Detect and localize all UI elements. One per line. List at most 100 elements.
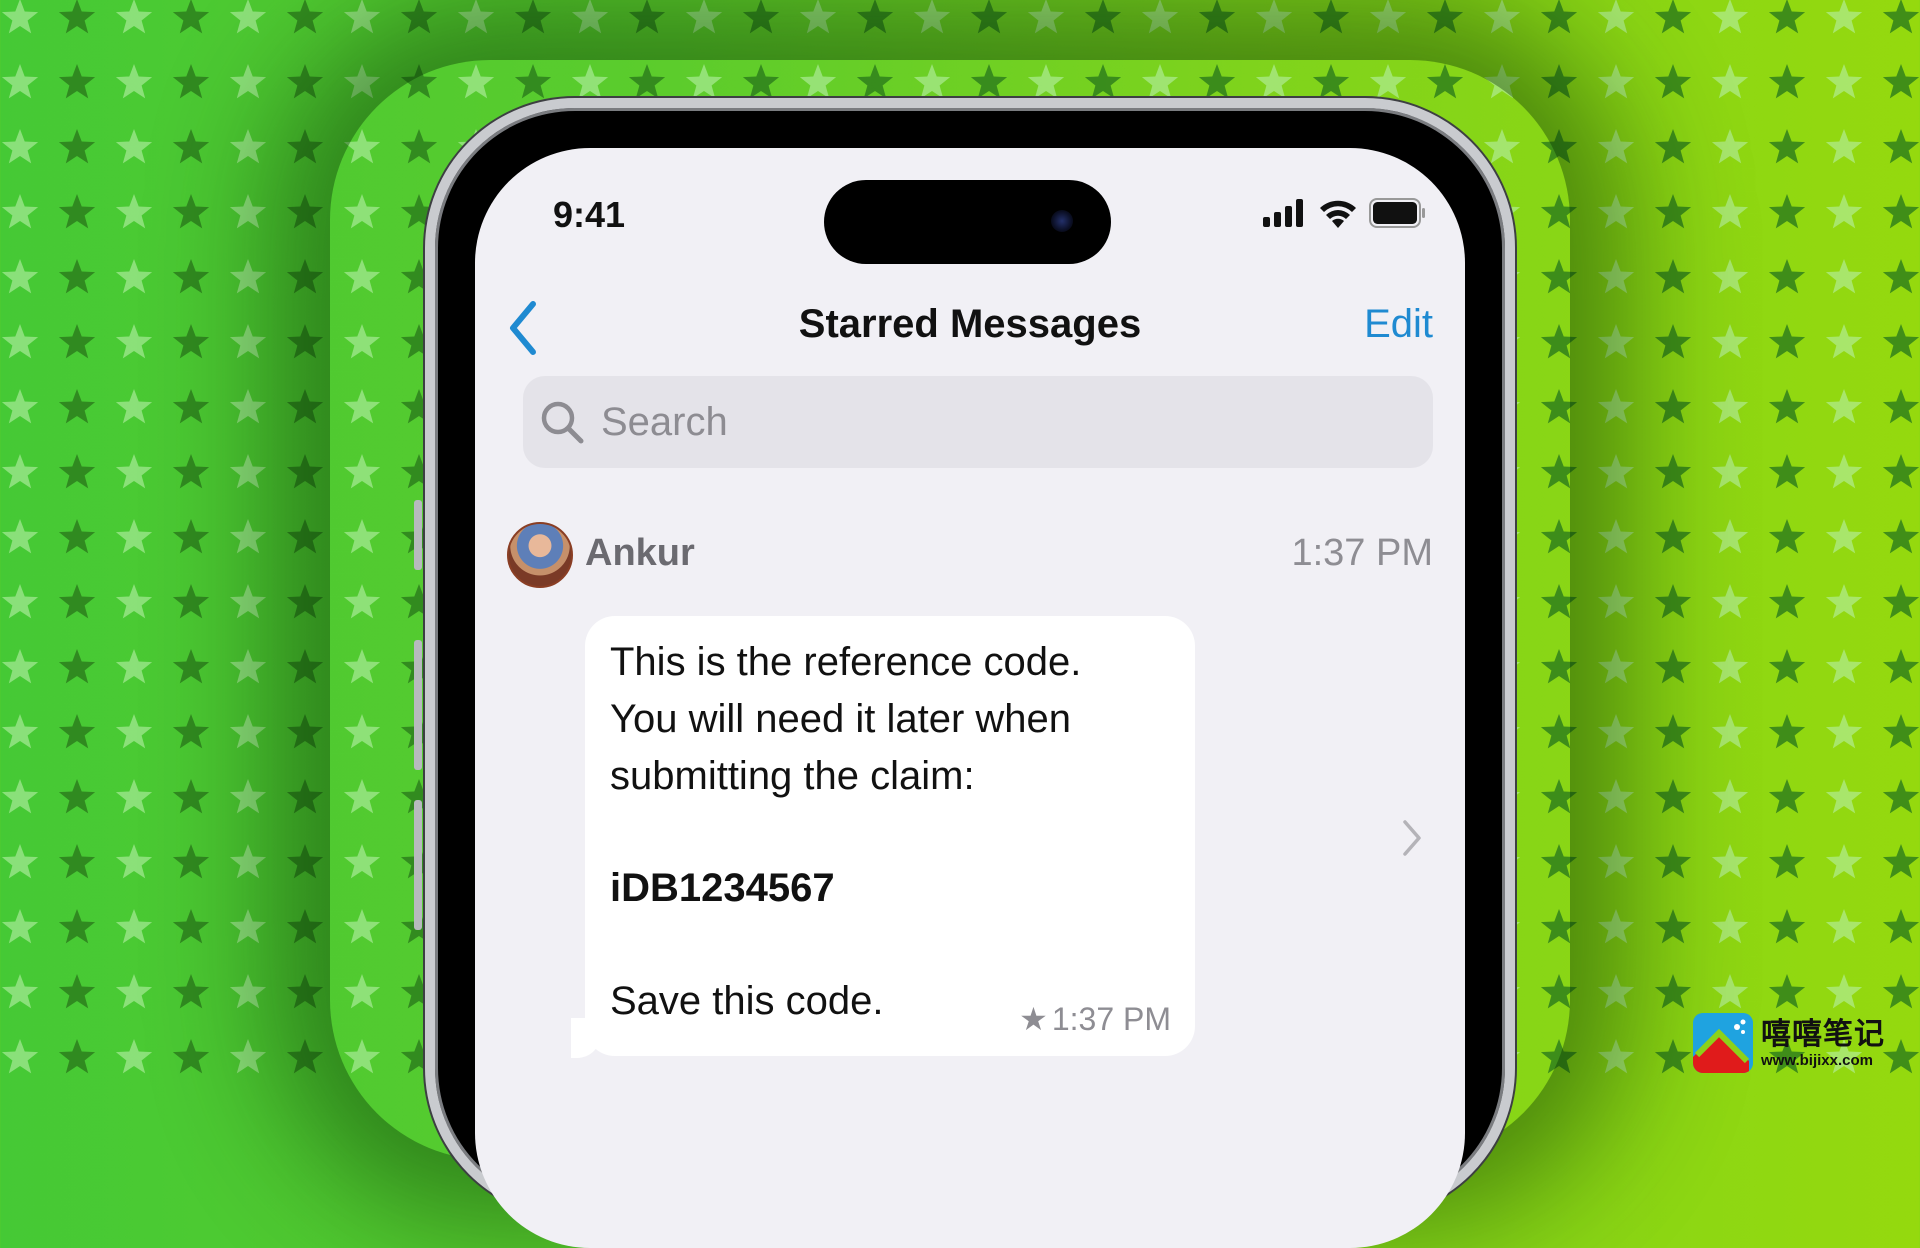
- message-closing: Save this code.: [610, 979, 884, 1023]
- background-star: [1597, 779, 1635, 814]
- background-star: [1825, 259, 1863, 294]
- background-star: [229, 584, 267, 619]
- search-input[interactable]: [599, 398, 1303, 446]
- message-header[interactable]: Ankur 1:37 PM: [475, 510, 1465, 590]
- background-star: [571, 0, 609, 34]
- avatar[interactable]: [507, 522, 573, 588]
- message-line: submitting the claim:: [610, 754, 975, 798]
- background-star: [1312, 0, 1350, 34]
- background-star: [1882, 584, 1920, 619]
- background-star: [229, 649, 267, 684]
- background-star: [742, 0, 780, 34]
- background-star: [58, 259, 96, 294]
- background-star: [343, 389, 381, 424]
- background-star: [58, 974, 96, 1009]
- background-star: [343, 649, 381, 684]
- background-star: [1369, 64, 1407, 99]
- background-star: [1768, 389, 1806, 424]
- background-star: [286, 909, 324, 944]
- background-star: [1825, 519, 1863, 554]
- background-star: [1882, 974, 1920, 1009]
- message-bubble[interactable]: This is the reference code. You will nee…: [585, 616, 1195, 1056]
- background-star: [1825, 324, 1863, 359]
- background-star: [1540, 584, 1578, 619]
- background-star: [742, 64, 780, 99]
- background-star: [1882, 324, 1920, 359]
- background-star: [1027, 0, 1065, 34]
- background-star: [1768, 844, 1806, 879]
- background-star: [115, 584, 153, 619]
- background-star: [1, 389, 39, 424]
- background-star: [1654, 844, 1692, 879]
- background-star: [1711, 259, 1749, 294]
- background-star: [1654, 0, 1692, 34]
- background-star: [799, 0, 837, 34]
- background-star: [343, 454, 381, 489]
- background-star: [1825, 194, 1863, 229]
- background-star: [1540, 714, 1578, 749]
- background-star: [1, 519, 39, 554]
- chevron-right-icon[interactable]: [1401, 818, 1423, 858]
- background-star: [1141, 0, 1179, 34]
- edit-button[interactable]: Edit: [1364, 302, 1433, 347]
- background-star: [1711, 974, 1749, 1009]
- background-star: [1711, 584, 1749, 619]
- background-star: [1597, 649, 1635, 684]
- background-star: [1654, 779, 1692, 814]
- background-star: [1711, 324, 1749, 359]
- background-star: [1, 1039, 39, 1074]
- background-star: [286, 64, 324, 99]
- background-star: [1, 974, 39, 1009]
- background-star: [58, 714, 96, 749]
- phone-frame: 9:41 Starred Messages Edit Search Ankur …: [425, 98, 1515, 1248]
- background-star: [115, 519, 153, 554]
- background-star: [229, 259, 267, 294]
- background-star: [343, 909, 381, 944]
- background-star: [286, 259, 324, 294]
- background-star: [172, 259, 210, 294]
- background-star: [58, 0, 96, 34]
- background-star: [343, 259, 381, 294]
- background-star: [1711, 389, 1749, 424]
- background-star: [115, 259, 153, 294]
- background-star: [229, 519, 267, 554]
- background-star: [229, 844, 267, 879]
- background-star: [286, 0, 324, 34]
- background-star: [1711, 519, 1749, 554]
- background-star: [229, 64, 267, 99]
- search-bar[interactable]: [523, 376, 1433, 468]
- background-star: [172, 194, 210, 229]
- background-star: [1825, 649, 1863, 684]
- background-star: [685, 64, 723, 99]
- background-star: [58, 324, 96, 359]
- star-icon: ★: [1019, 1001, 1048, 1037]
- background-star: [1825, 454, 1863, 489]
- background-star: [229, 974, 267, 1009]
- background-star: [1540, 519, 1578, 554]
- background-star: [1768, 779, 1806, 814]
- background-star: [115, 1039, 153, 1074]
- background-star: [229, 0, 267, 34]
- search-icon: [541, 401, 584, 444]
- background-star: [286, 844, 324, 879]
- background-star: [1597, 909, 1635, 944]
- background-star: [1540, 194, 1578, 229]
- background-star: [1768, 0, 1806, 34]
- background-star: [1540, 324, 1578, 359]
- background-star: [286, 714, 324, 749]
- background-star: [286, 454, 324, 489]
- background-star: [1597, 259, 1635, 294]
- background-star: [343, 324, 381, 359]
- background-star: [229, 909, 267, 944]
- background-star: [1825, 389, 1863, 424]
- background-star: [1369, 0, 1407, 34]
- background-star: [1, 194, 39, 229]
- status-time: 9:41: [553, 194, 626, 235]
- background-star: [172, 519, 210, 554]
- phone-volume-up: [414, 640, 422, 770]
- background-star: [172, 714, 210, 749]
- background-star: [1654, 324, 1692, 359]
- background-star: [58, 844, 96, 879]
- background-star: [514, 0, 552, 34]
- background-star: [1084, 0, 1122, 34]
